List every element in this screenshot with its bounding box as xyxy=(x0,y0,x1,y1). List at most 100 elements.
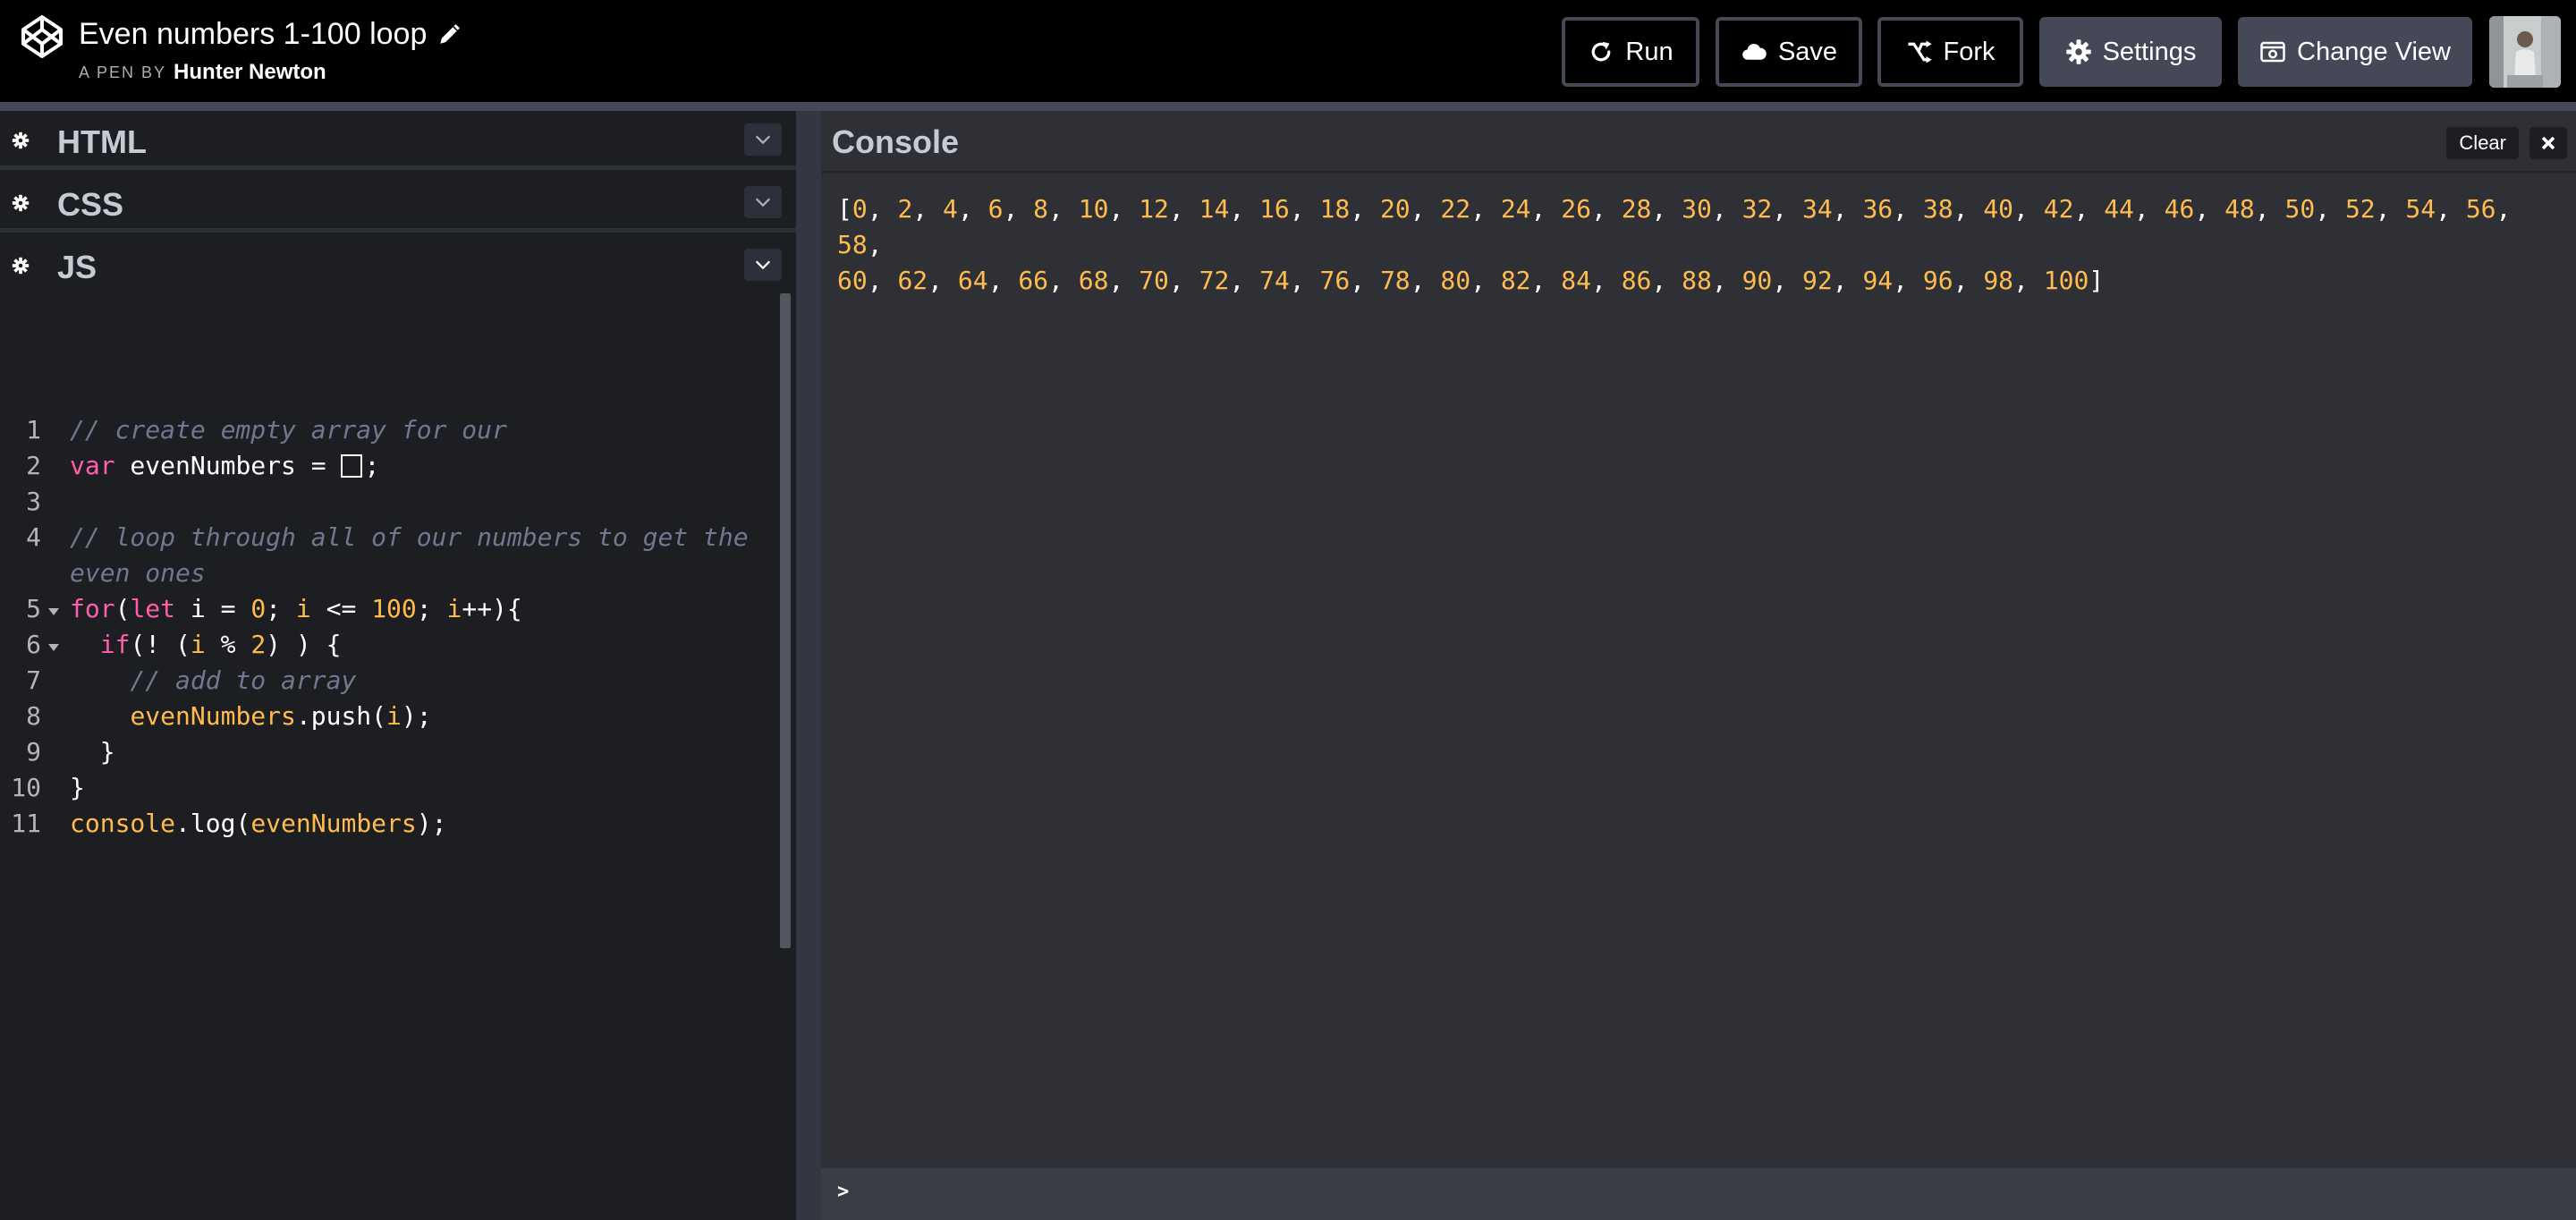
value-separator: , xyxy=(1410,194,1441,224)
codepen-logo-icon[interactable] xyxy=(20,14,64,59)
fold-arrow-icon[interactable] xyxy=(47,640,61,655)
console-prompt-icon: > xyxy=(837,1181,850,1203)
value-separator: , xyxy=(2254,194,2285,224)
console-value: 0 xyxy=(852,194,868,224)
console-value: 78 xyxy=(1379,266,1411,295)
run-label: Run xyxy=(1625,37,1674,66)
html-editor-title: HTML xyxy=(57,123,147,160)
gear-icon[interactable] xyxy=(11,256,30,275)
console-input[interactable]: > xyxy=(821,1168,2576,1220)
code-keyword: var xyxy=(70,451,115,480)
gear-icon[interactable] xyxy=(11,131,30,150)
gear-icon[interactable] xyxy=(11,193,30,213)
code-number: 0 xyxy=(250,594,267,623)
code-scrollbar[interactable] xyxy=(780,293,791,948)
code-text: .log( xyxy=(175,809,251,838)
code-line: // create empty array for our xyxy=(70,415,507,445)
settings-button[interactable]: Settings xyxy=(2039,17,2222,87)
top-bar: Even numbers 1-100 loop A PEN BY Hunter … xyxy=(0,0,2576,102)
code-comment: // create empty array for our xyxy=(70,415,507,445)
js-editor-header[interactable]: JS xyxy=(0,236,796,293)
code-line: evenNumbers.push(i); xyxy=(70,701,432,731)
code-line: if(! (i % 2) ) { xyxy=(70,630,342,659)
console-close-button[interactable] xyxy=(2529,127,2567,159)
console-value: 16 xyxy=(1259,194,1290,224)
console-value: 98 xyxy=(1983,266,2014,295)
value-separator: , xyxy=(1651,266,1682,295)
console-value: 2 xyxy=(897,194,913,224)
html-collapse-button[interactable] xyxy=(744,123,782,156)
console-value: 42 xyxy=(2043,194,2074,224)
line-number: 10 xyxy=(11,773,41,802)
code-text: ; xyxy=(364,451,380,480)
run-button[interactable]: Run xyxy=(1562,17,1699,87)
close-icon xyxy=(2541,136,2555,150)
code-line: // add to array xyxy=(70,665,356,695)
fork-label: Fork xyxy=(1943,37,1996,66)
value-separator: , xyxy=(1350,194,1380,224)
html-editor-header[interactable]: HTML xyxy=(0,111,796,170)
value-separator: , xyxy=(1530,266,1562,295)
fork-button[interactable]: Fork xyxy=(1877,17,2023,87)
value-separator: , xyxy=(1832,194,1863,224)
line-number: 7 xyxy=(26,665,41,695)
code-number: 2 xyxy=(250,630,267,659)
value-separator: , xyxy=(957,194,988,224)
code-line: } xyxy=(70,773,85,802)
console-value: 22 xyxy=(1440,194,1471,224)
pane-resize-handle[interactable] xyxy=(796,111,821,1220)
value-separator: , xyxy=(2133,194,2165,224)
value-separator: , xyxy=(2375,194,2406,224)
console-value: 8 xyxy=(1033,194,1049,224)
pencil-icon[interactable] xyxy=(437,23,461,47)
save-button[interactable]: Save xyxy=(1716,17,1862,87)
value-separator: , xyxy=(2073,194,2105,224)
console-value: 62 xyxy=(897,266,928,295)
pen-title[interactable]: Even numbers 1-100 loop xyxy=(79,13,461,55)
change-view-button[interactable]: Change View xyxy=(2238,17,2472,87)
value-separator: , xyxy=(912,194,944,224)
refresh-icon xyxy=(1592,41,1611,62)
author-link[interactable]: Hunter Newton xyxy=(174,60,326,85)
code-line: } xyxy=(70,737,115,767)
console-value: 60 xyxy=(837,266,868,295)
console-value: 56 xyxy=(2465,194,2496,224)
fold-arrow-icon[interactable] xyxy=(47,605,61,619)
editor-column: HTML CSS JS 1 2 3 4 5 6 7 8 9 10 11 // c… xyxy=(0,111,796,1220)
value-separator: , xyxy=(1470,194,1501,224)
value-separator: , xyxy=(1772,194,1802,224)
gear-icon xyxy=(2065,39,2091,64)
console-value: 48 xyxy=(2224,194,2255,224)
console-clear-button[interactable]: Clear xyxy=(2446,127,2519,159)
console-value: 20 xyxy=(1379,194,1411,224)
css-editor-header[interactable]: CSS xyxy=(0,174,796,233)
line-number: 9 xyxy=(26,737,41,767)
value-separator: , xyxy=(1953,266,1984,295)
console-value: 92 xyxy=(1802,266,1833,295)
console-value: 10 xyxy=(1078,194,1109,224)
console-value: 90 xyxy=(1741,266,1773,295)
change-view-icon xyxy=(2260,41,2285,63)
code-text: } xyxy=(70,737,115,767)
console-title: Console xyxy=(832,123,960,160)
css-collapse-button[interactable] xyxy=(744,186,782,218)
code-comment: // loop through all of our numbers to ge… xyxy=(70,522,749,552)
code-keyword: if xyxy=(99,630,131,659)
value-separator: , xyxy=(1711,266,1742,295)
chevron-down-icon xyxy=(755,198,771,208)
js-code-editor[interactable]: 1 2 3 4 5 6 7 8 9 10 11 // create empty … xyxy=(0,293,796,1220)
save-label: Save xyxy=(1777,37,1838,66)
code-text: % xyxy=(205,630,251,659)
code-keyword: for xyxy=(70,594,115,623)
value-separator: , xyxy=(1470,266,1501,295)
code-text: (! ( xyxy=(130,630,191,659)
user-avatar[interactable] xyxy=(2489,16,2561,88)
js-collapse-button[interactable] xyxy=(744,249,782,281)
code-text: ); xyxy=(401,701,432,731)
console-value: 70 xyxy=(1139,266,1169,295)
console-value: 54 xyxy=(2405,194,2436,224)
pen-title-text[interactable]: Even numbers 1-100 loop xyxy=(79,17,427,52)
value-separator: , xyxy=(1350,266,1380,295)
